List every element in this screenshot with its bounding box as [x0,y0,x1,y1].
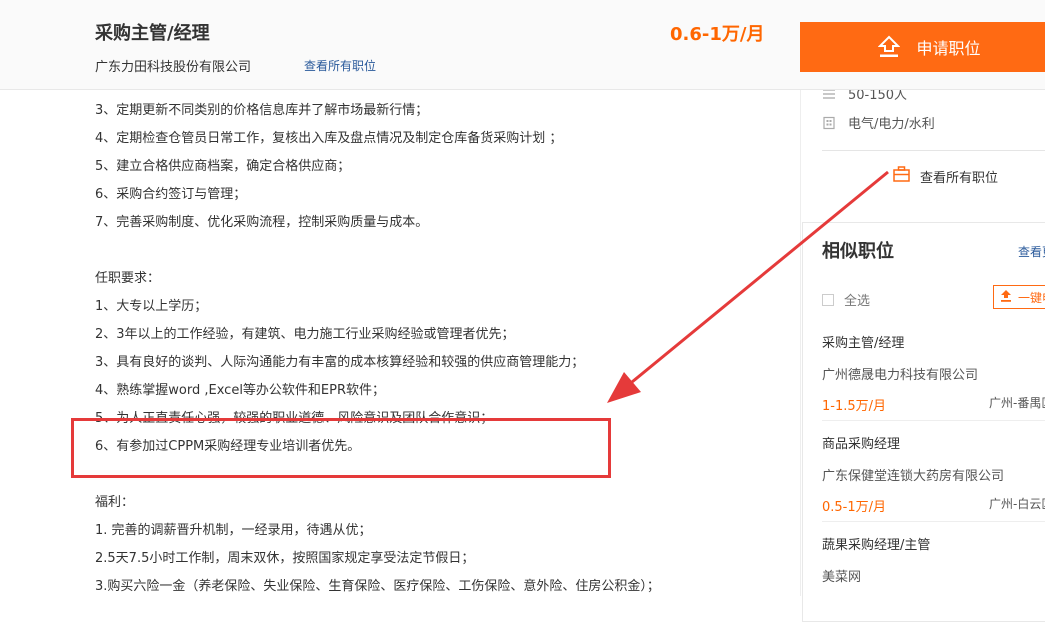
benefit-line: 2.5天7.5小时工作制，周末双休，按照国家规定享受法定节假日； [95,551,475,566]
view-all-jobs-label: 查看所有职位 [920,170,999,186]
similar-job-title[interactable]: 采购主管/经理 [822,332,1045,351]
job-header-bar: 采购主管/经理 广东力田科技股份有限公司 查看所有职位 0.6-1万/月 申请职… [0,0,1045,90]
job-title: 采购主管/经理 [95,23,210,44]
view-all-jobs-link[interactable]: 查看所有职位 [893,166,998,186]
similar-job-title[interactable]: 商品采购经理 [822,433,1045,452]
requirement-line: 1、大专以上学历； [95,299,208,314]
upload-icon [1000,289,1012,305]
apply-button-label: 申请职位 [916,39,981,58]
company-name[interactable]: 广东力田科技股份有限公司 [95,56,251,75]
similar-job-item[interactable]: 采购主管/经理 广州德晟电力科技有限公司 1-1.5万/月 广州-番禺区 [822,332,1045,414]
view-all-jobs-link[interactable]: 查看所有职位 [304,57,376,74]
divider [822,150,1045,151]
one-click-apply-button[interactable]: 一键申请 [993,285,1045,309]
similar-jobs-title: 相似职位 [822,241,894,262]
benefit-line: 3.购买六险一金（养老保险、失业保险、生育保险、医疗保险、工伤保险、意外险、住房… [95,579,660,594]
duty-line: 7、完善采购制度、优化采购流程，控制采购质量与成本。 [95,215,429,230]
company-industry: 电气/电力/水利 [848,117,935,132]
requirements-heading: 任职要求： [95,271,161,286]
briefcase-icon [893,166,910,186]
requirement-line: 3、具有良好的谈判、人际沟通能力有丰富的成本核算经验和较强的供应商管理能力； [95,355,585,370]
similar-job-location: 广州-番禺区 [989,396,1045,410]
similar-job-company[interactable]: 广东保健堂连锁大药房有限公司 [822,465,1045,484]
building-icon [822,116,836,130]
divider [822,420,1045,421]
select-all-toggle[interactable]: 全选 [822,290,870,309]
duty-line: 3、定期更新不同类别的价格信息库并了解市场最新行情； [95,103,429,118]
similar-job-company[interactable]: 广州德晟电力科技有限公司 [822,364,1045,383]
similar-job-location: 广州-白云区 [989,497,1045,511]
requirement-line: 4、熟练掌握word ,Excel等办公软件和EPR软件； [95,383,386,398]
similar-job-company[interactable]: 美菜网 [822,566,1045,585]
salary: 0.6-1万/月 [670,24,765,45]
annotation-highlight-box [71,418,611,478]
upload-icon [878,35,901,59]
column-divider [800,90,801,596]
select-all-label: 全选 [844,294,871,309]
requirement-line: 2、3年以上的工作经验，有建筑、电力施工行业采购经验或管理者优先； [95,327,515,342]
industry-row: 电气/电力/水利 [822,113,935,132]
similar-more-link[interactable]: 查看更多 [1018,243,1045,260]
benefit-line: 1. 完善的调薪晋升机制，一经录用，待遇从优； [95,523,372,538]
select-all-checkbox[interactable] [822,293,834,306]
one-click-apply-label: 一键申请 [1018,290,1045,305]
benefits-heading: 福利： [95,495,135,510]
duty-line: 6、采购合约签订与管理； [95,187,247,202]
apply-button[interactable]: 申请职位 [800,22,1045,72]
similar-job-title[interactable]: 蔬果采购经理/主管 [822,534,1045,553]
duty-line: 4、定期检查仓管员日常工作，复核出入库及盘点情况及制定仓库备货采购计划 ； [95,131,563,146]
divider [822,521,1045,522]
similar-job-item[interactable]: 商品采购经理 广东保健堂连锁大药房有限公司 0.5-1万/月 广州-白云区 [822,433,1045,515]
similar-job-item[interactable]: 蔬果采购经理/主管 美菜网 [822,534,1045,585]
duty-line: 5、建立合格供应商档案，确定合格供应商； [95,159,351,174]
